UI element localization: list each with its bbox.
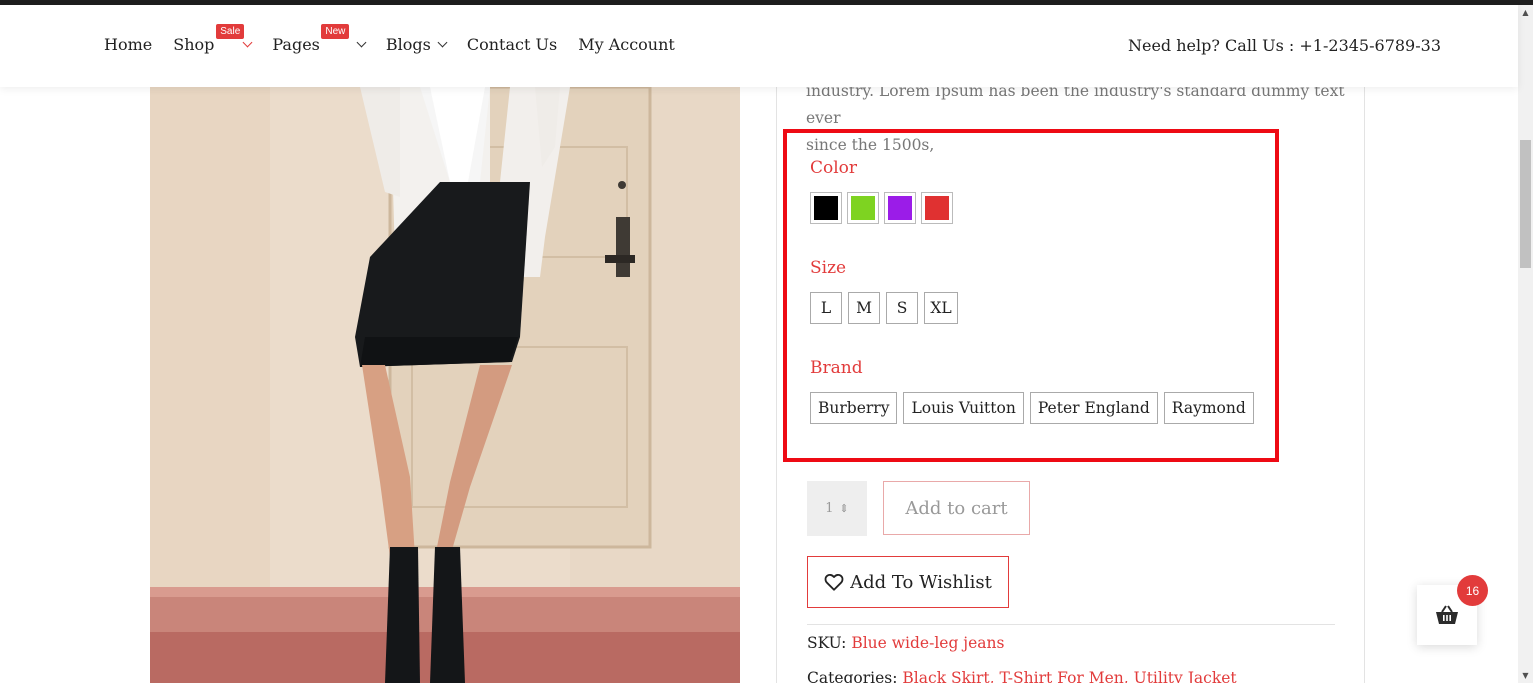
sku-row: SKU: Blue wide-leg jeans <box>807 634 1004 652</box>
color-swatches <box>810 192 958 224</box>
meta-divider <box>807 624 1335 625</box>
size-option-s[interactable]: S <box>886 292 918 324</box>
nav-contact[interactable]: Contact Us <box>467 35 557 54</box>
color-label: Color <box>810 158 858 178</box>
quantity-value: 1 <box>825 501 834 516</box>
swatch-fill <box>888 196 912 220</box>
product-image[interactable] <box>150 87 740 683</box>
brand-options: Burberry Louis Vuitton Peter England Ray… <box>810 392 1260 424</box>
color-swatch-green[interactable] <box>847 192 879 224</box>
color-swatch-red[interactable] <box>921 192 953 224</box>
size-option-l[interactable]: L <box>810 292 842 324</box>
new-badge: New <box>321 24 350 39</box>
column-divider <box>1364 87 1365 683</box>
color-swatch-purple[interactable] <box>884 192 916 224</box>
quantity-stepper[interactable]: 1 ⇕ <box>807 481 867 536</box>
nav-contact-label: Contact Us <box>466 35 558 54</box>
nav-blogs-label: Blogs <box>385 35 431 54</box>
size-label: Size <box>810 258 847 278</box>
swatch-fill <box>925 196 949 220</box>
main-nav: Home Shop Sale Pages New Blogs Contact U… <box>104 24 696 54</box>
nav-home[interactable]: Home <box>104 35 152 54</box>
add-to-cart-button[interactable]: Add to cart <box>883 481 1030 535</box>
size-option-xl[interactable]: XL <box>924 292 958 324</box>
nav-shop[interactable]: Shop Sale <box>173 24 253 54</box>
brand-option-burberry[interactable]: Burberry <box>810 392 898 424</box>
scroll-up-icon[interactable]: ▲ <box>1518 5 1533 20</box>
cart-count-badge: 16 <box>1457 575 1488 606</box>
nav-home-label: Home <box>104 35 153 54</box>
heart-icon <box>824 573 844 591</box>
color-swatch-black[interactable] <box>810 192 842 224</box>
sale-badge: Sale <box>216 24 245 39</box>
chevron-down-icon <box>437 37 448 48</box>
nav-blogs[interactable]: Blogs <box>385 35 448 54</box>
brand-option-raymond[interactable]: Raymond <box>1163 392 1254 424</box>
scroll-down-icon[interactable]: ▼ <box>1518 668 1533 683</box>
site-header: Home Shop Sale Pages New Blogs Contact U… <box>0 5 1518 87</box>
chevron-down-icon <box>242 37 253 48</box>
page-scrollbar[interactable] <box>1518 5 1533 683</box>
swatch-fill <box>814 196 838 220</box>
brand-option-peter-england[interactable]: Peter England <box>1029 392 1158 424</box>
categories-links[interactable]: Black Skirt, T-Shirt For Men, Utility Ja… <box>902 669 1236 683</box>
brand-label: Brand <box>810 358 863 378</box>
basket-icon <box>1436 605 1458 624</box>
nav-my-account[interactable]: My Account <box>578 35 675 54</box>
size-option-m[interactable]: M <box>848 292 880 324</box>
nav-pages[interactable]: Pages New <box>272 24 367 54</box>
help-phone: Need help? Call Us : +1-2345-6789-33 <box>1127 36 1441 55</box>
nav-pages-label: Pages <box>272 35 320 54</box>
spinner-arrows-icon[interactable]: ⇕ <box>840 502 849 515</box>
size-options: L M S XL <box>810 292 964 324</box>
scrollbar-thumb[interactable] <box>1520 140 1531 268</box>
swatch-fill <box>851 196 875 220</box>
column-divider <box>776 87 777 683</box>
nav-shop-label: Shop <box>173 35 215 54</box>
brand-option-louis-vuitton[interactable]: Louis Vuitton <box>903 392 1024 424</box>
nav-my-account-label: My Account <box>578 35 675 54</box>
wishlist-label: Add To Wishlist <box>850 571 992 593</box>
product-photo-illustration <box>150 87 740 683</box>
categories-label: Categories: <box>807 669 898 683</box>
sku-label: SKU: <box>807 634 847 652</box>
chevron-down-icon <box>356 37 367 48</box>
sku-value: Blue wide-leg jeans <box>851 634 1005 652</box>
add-to-wishlist-button[interactable]: Add To Wishlist <box>807 556 1009 608</box>
categories-row: Categories: Black Skirt, T-Shirt For Men… <box>807 669 1237 683</box>
